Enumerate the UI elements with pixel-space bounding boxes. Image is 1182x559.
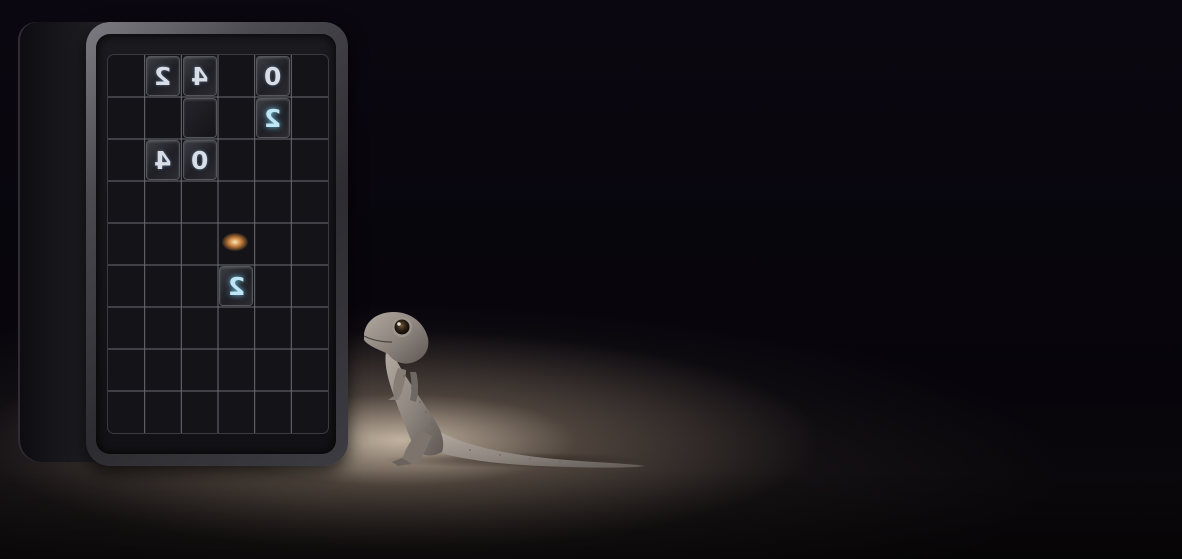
gecko-eye (394, 319, 410, 335)
gecko (363, 312, 645, 468)
gecko-eye-highlight (397, 322, 401, 326)
